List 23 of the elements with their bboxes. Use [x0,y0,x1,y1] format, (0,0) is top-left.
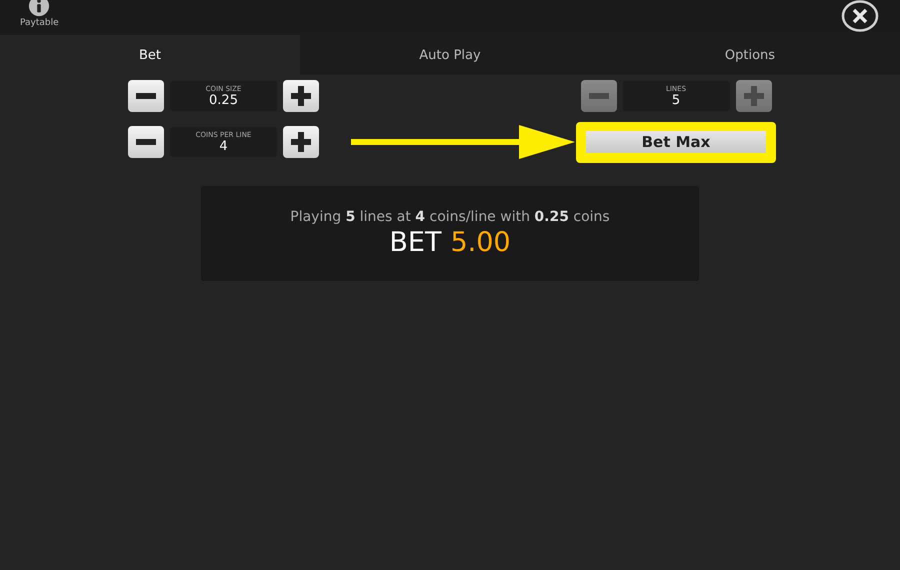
plus-icon [744,86,764,106]
field-value: 0.25 [209,92,238,108]
plus-icon [291,132,311,152]
plus-button[interactable] [283,126,319,158]
tab[interactable]: Options [600,35,900,75]
bet-amount: 5.00 [450,227,511,258]
info-icon[interactable] [28,0,50,17]
bet-max-button[interactable]: Bet Max [586,131,766,153]
minus-button[interactable] [128,80,164,112]
minus-icon [136,139,156,145]
close-icon[interactable] [841,0,879,32]
bet-description: Playing 5 lines at 4 coins/line with 0.25 coins [290,209,610,225]
minus-icon [136,93,156,99]
field-value: 5 [672,92,680,108]
plus-icon [291,86,311,106]
field-value: 4 [219,138,228,154]
plus-button[interactable] [283,80,319,112]
minus-button[interactable] [128,126,164,158]
tab[interactable]: Auto Play [300,35,600,75]
paytable-label[interactable]: Paytable [20,18,59,28]
tab[interactable]: Bet [0,35,300,75]
minus-icon [588,93,608,99]
bet-label: BET [389,227,442,258]
